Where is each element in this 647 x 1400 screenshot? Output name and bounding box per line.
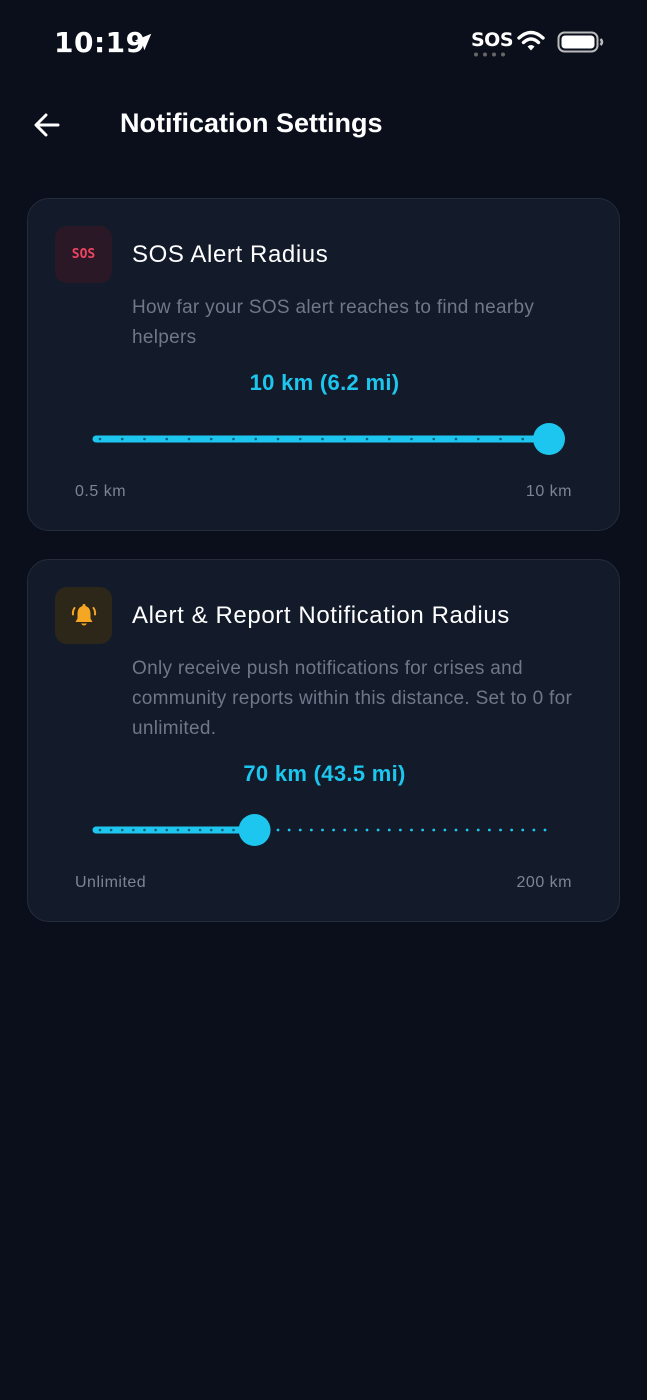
slider-tick xyxy=(154,828,157,832)
slider-tick xyxy=(298,828,302,832)
slider-tick xyxy=(510,828,514,832)
slider-min-label: Unlimited xyxy=(75,874,147,891)
wifi-icon xyxy=(517,30,545,51)
slider-tick xyxy=(143,828,146,832)
slider-tick xyxy=(499,828,502,832)
bell-glyph xyxy=(71,603,96,625)
slider-tick xyxy=(132,828,135,832)
battery-icon xyxy=(557,31,604,53)
slider-tick xyxy=(321,437,324,441)
slider-tick xyxy=(387,828,391,832)
slider-tick xyxy=(454,828,458,832)
sos-icon: SOS xyxy=(55,226,112,283)
slider-tick xyxy=(98,828,102,832)
sos-badge-text: SOS xyxy=(71,247,96,262)
card-title: Alert & Report Notification Radius xyxy=(132,602,510,629)
slider-tick xyxy=(465,828,469,832)
slider-max-label: 10 km xyxy=(525,483,572,500)
slider-tick xyxy=(454,437,458,441)
slider-value-label: 10 km (6.2 mi) xyxy=(249,370,400,395)
card-description: How far your SOS alert reaches to find n… xyxy=(132,297,535,348)
slider-tick xyxy=(343,828,347,832)
slider-tick xyxy=(120,828,124,832)
slider-tick xyxy=(365,828,369,832)
slider-tick xyxy=(410,828,413,832)
slider-tick xyxy=(321,828,324,832)
slider-tick xyxy=(232,828,235,832)
slider-min-label: 0.5 km xyxy=(75,483,127,500)
slider-tick xyxy=(276,828,280,832)
card-title: SOS Alert Radius xyxy=(132,241,329,268)
slider-tick xyxy=(209,437,213,441)
back-button[interactable] xyxy=(26,104,68,146)
slider-tick xyxy=(309,828,313,832)
slider-tick xyxy=(176,828,180,832)
header: Notification Settings xyxy=(0,96,647,154)
slider-tick xyxy=(109,828,113,832)
slider-thumb xyxy=(533,423,565,455)
slider-tick xyxy=(209,828,213,832)
slider-tick xyxy=(354,828,358,832)
slider-tick xyxy=(187,437,191,441)
slider-tick xyxy=(232,437,235,441)
slider-tick xyxy=(521,437,525,441)
slider-tick xyxy=(332,828,336,832)
arrow-left-icon xyxy=(34,113,60,137)
slider-thumb xyxy=(238,814,271,846)
slider-max-label: 200 km xyxy=(516,874,572,891)
slider-tick xyxy=(432,828,436,832)
slider-tick xyxy=(421,828,425,832)
slider-tick xyxy=(298,437,302,441)
slider-tick xyxy=(165,437,169,441)
notification-radius-slider[interactable] xyxy=(92,812,554,848)
slider-tick xyxy=(343,437,347,441)
slider-tick xyxy=(120,437,124,441)
slider-tick xyxy=(543,828,547,832)
card-description: Only receive push notifications for cris… xyxy=(132,658,573,739)
slider-tick xyxy=(487,828,491,832)
slider-track xyxy=(92,814,547,846)
slider-tick xyxy=(387,437,391,441)
slider-tick xyxy=(398,828,402,832)
slider-tick xyxy=(254,437,258,441)
slider-tick xyxy=(143,437,146,441)
slider-tick xyxy=(476,828,480,832)
bell-icon xyxy=(55,587,112,644)
slider-tick xyxy=(532,828,536,832)
slider-tick xyxy=(198,828,202,832)
slider-value-label: 70 km (43.5 mi) xyxy=(243,761,406,786)
slider-tick xyxy=(499,437,502,441)
slider-tick xyxy=(187,828,191,832)
location-arrow-icon xyxy=(134,33,152,51)
sos-radius-slider[interactable] xyxy=(92,421,565,457)
slider-tick xyxy=(432,437,436,441)
sos-alert-radius-card: SOS SOS Alert Radius How far your SOS al… xyxy=(27,198,620,531)
alert-report-radius-card: Alert & Report Notification Radius Only … xyxy=(27,559,620,922)
carrier-sos-label: SOS xyxy=(471,29,514,51)
slider-track xyxy=(92,423,565,455)
slider-tick xyxy=(287,828,291,832)
slider-tick xyxy=(365,437,369,441)
slider-tick xyxy=(165,828,169,832)
slider-tick xyxy=(443,828,447,832)
slider-tick xyxy=(376,828,380,832)
page-title: Notification Settings xyxy=(120,108,383,138)
slider-tick xyxy=(221,828,224,832)
slider-tick xyxy=(98,437,102,441)
slider-tick xyxy=(476,437,480,441)
slider-tick xyxy=(276,437,280,441)
signal-dots-icon xyxy=(474,52,505,57)
slider-tick xyxy=(521,828,525,832)
status-bar: 10:19 SOS xyxy=(0,0,647,86)
slider-tick xyxy=(410,437,413,441)
